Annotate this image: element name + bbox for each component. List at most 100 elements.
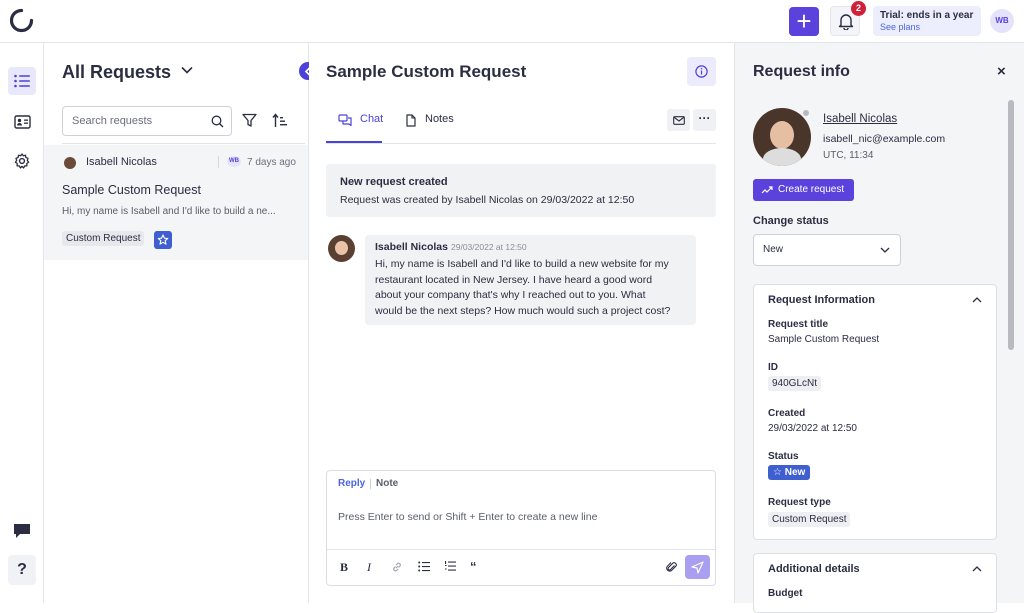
message-author-avatar: [328, 235, 355, 262]
status-select-value: New: [763, 244, 784, 255]
top-bar: + 2 Trial: ends in a year See plans WB: [0, 0, 1024, 43]
additional-details-card: Additional details Budget: [753, 553, 997, 613]
request-type-label: Request type: [768, 497, 831, 508]
info-button[interactable]: [687, 57, 716, 86]
info-icon: [695, 65, 708, 78]
message-line: Hi, my name is Isabell and I'd like to b…: [375, 258, 669, 270]
create-request-label: Create request: [778, 184, 845, 195]
chevron-up-icon[interactable]: [972, 297, 982, 303]
message-composer: Reply Note Press Enter to send or Shift …: [326, 470, 716, 586]
chevron-down-icon[interactable]: [181, 66, 193, 74]
bold-icon[interactable]: B: [340, 560, 348, 575]
user-avatar[interactable]: WB: [990, 9, 1014, 33]
create-request-icon: [761, 186, 773, 194]
divider: [327, 549, 715, 550]
id-label: ID: [768, 362, 778, 373]
message-input[interactable]: Press Enter to send or Shift + Enter to …: [338, 511, 698, 523]
contact-email: isabell_nic@example.com: [823, 133, 946, 145]
star-icon: ☆: [773, 467, 782, 478]
send-button[interactable]: [685, 555, 710, 579]
bullet-list-icon[interactable]: [418, 561, 430, 572]
create-new-button[interactable]: +: [789, 7, 819, 36]
request-list-item[interactable]: Isabell Nicolas WB 7 days ago Sample Cus…: [44, 145, 308, 260]
requests-list-icon[interactable]: [8, 67, 36, 95]
conversation-pane: Sample Custom Request Chat Notes ··· New…: [309, 43, 734, 603]
request-time: 7 days ago: [247, 157, 296, 168]
conversation-title: Sample Custom Request: [326, 62, 527, 81]
message-bubble: Isabell Nicolas 29/03/2022 at 12:50 Hi, …: [365, 235, 696, 325]
email-button[interactable]: [667, 109, 690, 131]
star-icon[interactable]: [154, 231, 172, 249]
created-label: Created: [768, 408, 806, 419]
request-tag: Custom Request: [62, 231, 145, 246]
message-line: restaurant located in New Jersey. I have…: [375, 273, 653, 286]
plus-icon: +: [796, 6, 812, 36]
divider: [218, 156, 219, 168]
request-information-card: Request Information Request title Sample…: [753, 284, 997, 540]
request-preview: Hi, my name is Isabell and I'd like to b…: [62, 206, 276, 217]
request-title-value: Sample Custom Request: [768, 334, 880, 345]
settings-gear-icon[interactable]: [8, 147, 36, 175]
message-line: about your company that's why I reached …: [375, 289, 646, 301]
chat-icon: [338, 114, 352, 126]
sort-icon[interactable]: [272, 113, 287, 128]
notification-count-badge: 2: [851, 1, 866, 16]
system-message: New request created Request was created …: [326, 164, 716, 217]
question-mark-icon: ?: [17, 561, 27, 578]
app-logo-icon[interactable]: [9, 8, 34, 33]
note-tab[interactable]: Note: [376, 478, 398, 489]
request-type-value: Custom Request: [768, 512, 851, 527]
search-input[interactable]: [72, 115, 202, 127]
reply-tab[interactable]: Reply: [338, 478, 365, 489]
contact-name-link[interactable]: Isabell Nicolas: [823, 113, 897, 125]
requests-list-pane: All Requests Isabell Nicolas WB 7 days a…: [44, 43, 309, 603]
list-title-text: All Requests: [62, 62, 172, 82]
attachment-paperclip-icon[interactable]: [666, 560, 677, 573]
divider: [326, 143, 716, 144]
left-navigation: ?: [0, 43, 44, 603]
budget-label: Budget: [768, 588, 803, 599]
additional-details-heading: Additional details: [768, 563, 860, 575]
close-icon[interactable]: ×: [997, 63, 1006, 80]
system-message-title: New request created: [340, 176, 448, 188]
see-plans-link[interactable]: See plans: [880, 22, 974, 33]
numbered-list-icon[interactable]: [444, 560, 456, 572]
info-title: Request info: [753, 63, 850, 80]
search-icon[interactable]: [211, 115, 224, 128]
system-message-text: Request was created by Isabell Nicolas o…: [340, 194, 635, 206]
send-icon: [691, 561, 704, 574]
status-badge: ☆ New: [768, 465, 811, 480]
notes-document-icon: [406, 114, 416, 127]
more-dots-icon: ···: [698, 111, 711, 125]
requester-avatar: [64, 157, 76, 169]
search-field[interactable]: [62, 106, 232, 136]
chat-bubble-icon[interactable]: [8, 517, 36, 545]
chevron-up-icon[interactable]: [972, 566, 982, 572]
created-value: 29/03/2022 at 12:50: [768, 423, 857, 434]
quote-icon[interactable]: “: [470, 559, 477, 574]
contacts-card-icon[interactable]: [8, 108, 36, 136]
request-information-heading: Request Information: [768, 294, 875, 306]
message-author: Isabell Nicolas: [375, 241, 448, 253]
help-button[interactable]: ?: [8, 555, 36, 585]
trial-title: Trial: ends in a year: [880, 10, 974, 21]
link-icon[interactable]: [391, 561, 403, 573]
contact-timezone: UTC, 11:34: [823, 150, 874, 161]
trial-banner[interactable]: Trial: ends in a year See plans: [873, 6, 981, 36]
italic-icon[interactable]: I: [367, 560, 371, 575]
more-options-button[interactable]: ···: [693, 109, 716, 131]
request-title: Sample Custom Request: [62, 183, 201, 197]
create-request-button[interactable]: Create request: [753, 179, 854, 201]
status-select[interactable]: New: [753, 234, 901, 266]
message-time: 29/03/2022 at 12:50: [451, 242, 527, 252]
tab-notes[interactable]: Notes: [425, 113, 454, 125]
assignee-avatar: WB: [227, 156, 241, 167]
info-scrollbar[interactable]: [1008, 100, 1014, 350]
message-body: Hi, my name is Isabell and I'd like to b…: [375, 257, 670, 319]
status-badge-text: New: [784, 467, 806, 478]
tab-chat[interactable]: Chat: [360, 113, 383, 125]
filter-icon[interactable]: [242, 113, 257, 128]
change-status-label: Change status: [753, 215, 829, 227]
list-title[interactable]: All Requests: [62, 62, 171, 83]
request-title-label: Request title: [768, 319, 829, 330]
